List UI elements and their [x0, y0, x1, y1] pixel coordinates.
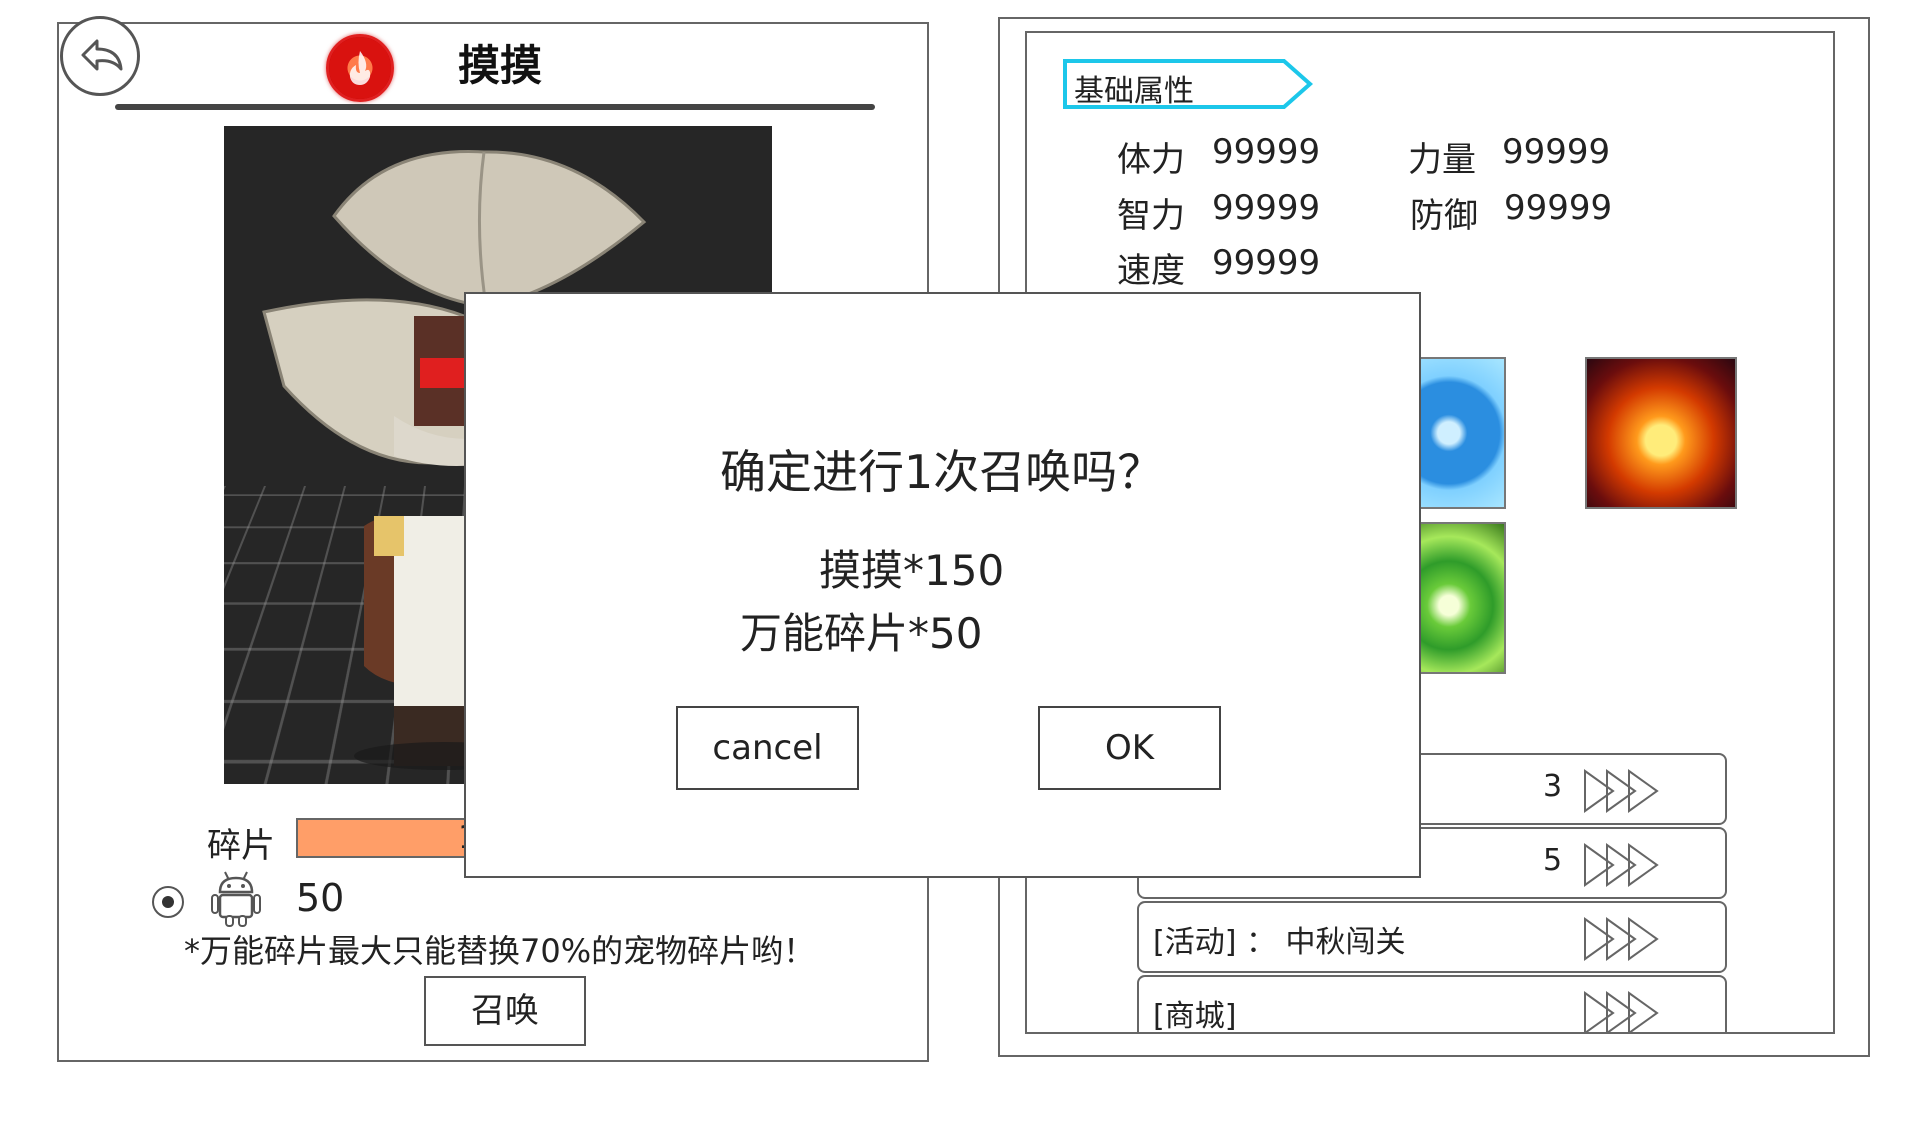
- back-arrow-icon: [81, 39, 123, 71]
- stat-label-stamina: 体力: [1117, 140, 1185, 180]
- nature-skill-icon[interactable]: [1410, 522, 1506, 674]
- stat-label-defense: 防御: [1410, 196, 1478, 236]
- go-arrows-icon: [1584, 917, 1659, 961]
- cost-universal-fragments: 万能碎片*50: [740, 609, 983, 658]
- back-button[interactable]: [60, 16, 140, 96]
- go-arrows-icon: [1584, 769, 1659, 813]
- stat-label-strength: 力量: [1408, 140, 1476, 180]
- go-arrows-icon: [1584, 991, 1659, 1032]
- source-row-event[interactable]: [活动] ： 中秋闯关: [1137, 901, 1727, 973]
- source-row-label: 3: [1543, 769, 1563, 804]
- pet-name-title: 摸摸: [457, 41, 542, 90]
- stat-value-intelligence: 99999: [1212, 188, 1321, 228]
- stat-label-speed: 速度: [1117, 251, 1185, 291]
- fragment-label: 碎片: [207, 826, 275, 866]
- water-skill-icon[interactable]: [1410, 357, 1506, 509]
- fire-element-icon: [326, 34, 394, 102]
- fire-skill-icon[interactable]: [1585, 357, 1737, 509]
- stat-value-stamina: 99999: [1212, 132, 1321, 172]
- use-universal-fragment-radio[interactable]: [152, 886, 184, 918]
- section-title: 基础属性: [1074, 74, 1194, 109]
- universal-fragment-hint: *万能碎片最大只能替换70%的宠物碎片哟！: [184, 932, 816, 970]
- stat-value-speed: 99999: [1212, 243, 1321, 283]
- title-divider: [115, 104, 875, 110]
- cost-pet-fragments: 摸摸*150: [819, 546, 1005, 595]
- source-row-label: [商城]: [1153, 999, 1237, 1034]
- source-row-label: [活动] ： 中秋闯关: [1153, 925, 1406, 960]
- stat-value-defense: 99999: [1504, 188, 1613, 228]
- cancel-button[interactable]: cancel: [676, 706, 859, 790]
- summon-button[interactable]: 召唤: [424, 976, 586, 1046]
- dialog-question: 确定进行1次召唤吗？: [720, 445, 1164, 499]
- ok-button[interactable]: OK: [1038, 706, 1221, 790]
- source-row-shop[interactable]: [商城]: [1137, 975, 1727, 1034]
- go-arrows-icon: [1584, 843, 1659, 887]
- universal-fragment-count: 50: [296, 876, 345, 920]
- stat-value-strength: 99999: [1502, 132, 1611, 172]
- android-icon: [210, 868, 262, 928]
- source-row-label: 5: [1543, 843, 1563, 878]
- stat-label-intelligence: 智力: [1117, 196, 1185, 236]
